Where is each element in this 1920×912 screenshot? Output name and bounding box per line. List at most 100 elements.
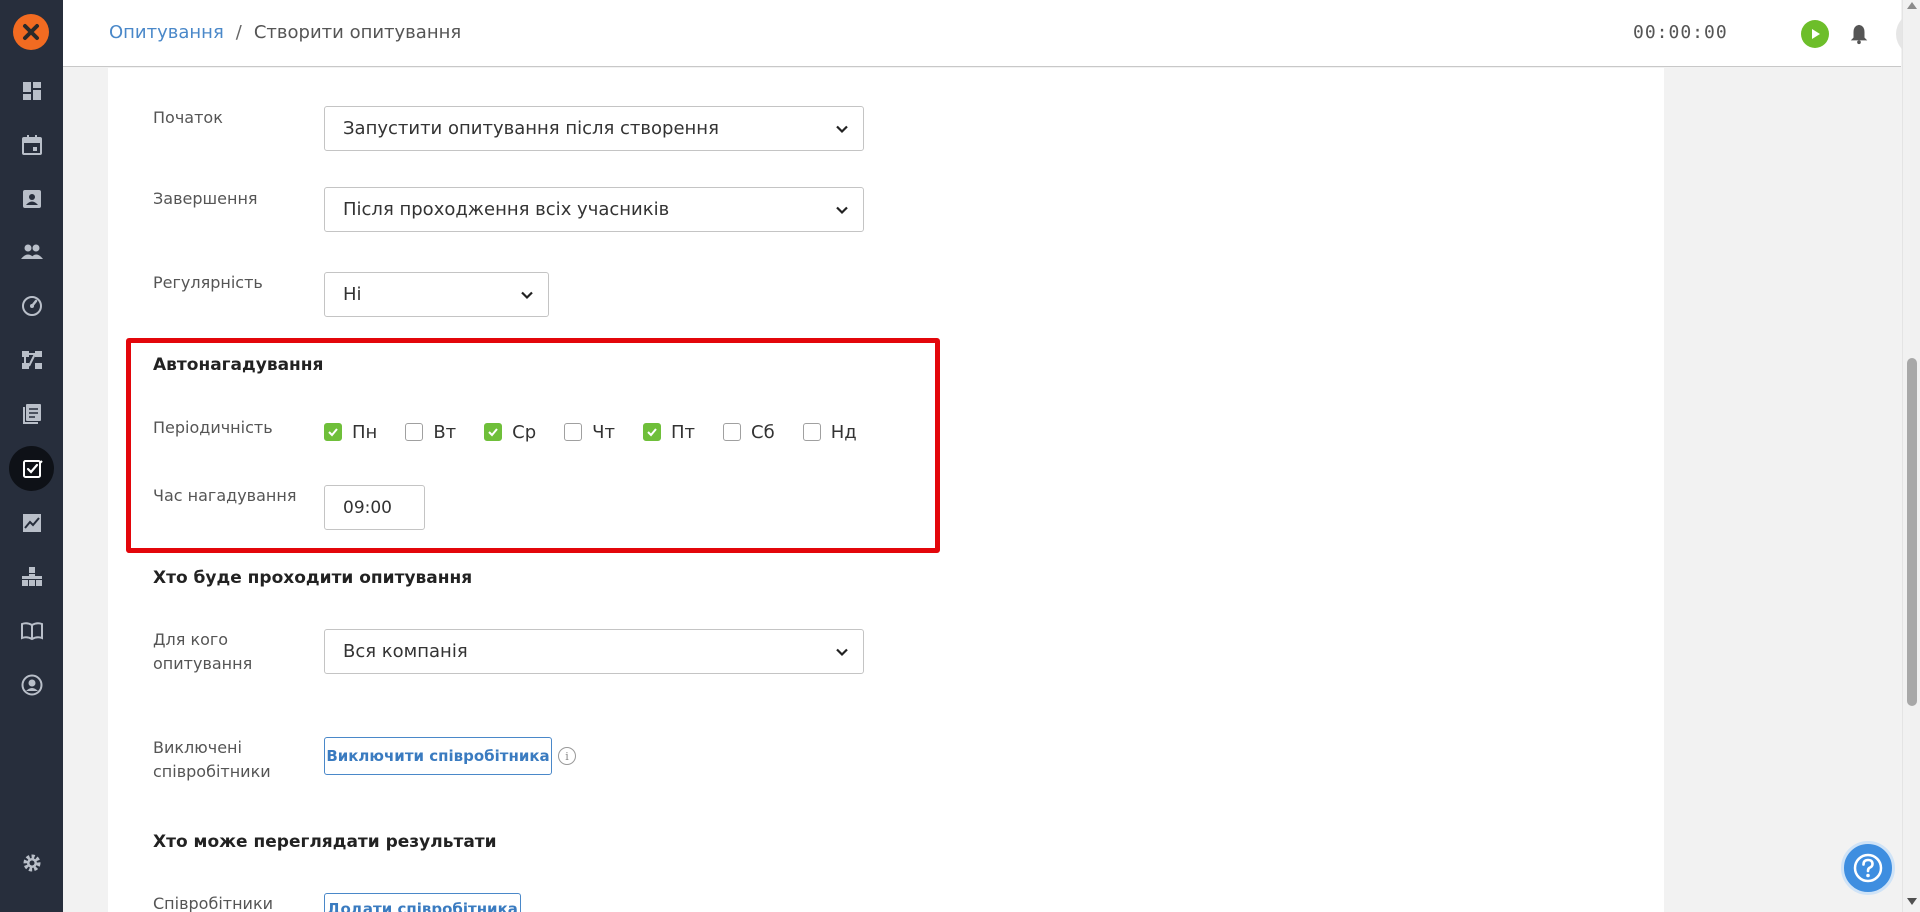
checkbox-wednesday[interactable] [484,423,503,441]
analytics-icon [22,513,41,532]
chevron-down-icon [836,206,848,215]
library-icon [22,403,41,424]
checkbox-tuesday[interactable] [405,423,424,441]
sidebar [0,0,63,912]
sidebar-item-contacts[interactable] [9,176,54,221]
day-wednesday[interactable]: Ср [484,422,536,443]
info-icon[interactable]: i [558,747,576,765]
day-saturday[interactable]: Сб [723,422,775,443]
viewers-title: Хто може переглядати результати [153,832,497,852]
profile-icon [21,674,42,695]
day-thursday[interactable]: Чт [564,422,615,443]
breadcrumb-current: Створити опитування [253,22,462,43]
timer-display: 00:00:00 [1633,22,1728,43]
chevron-down-icon [521,291,533,300]
breadcrumb-separator: / [235,22,242,43]
sidebar-item-people[interactable] [9,229,54,274]
reminder-time-input[interactable]: 09:00 [324,485,425,530]
chevron-down-icon [836,125,848,134]
settings-icon [23,854,40,871]
scroll-up-arrow[interactable] [1907,2,1917,9]
sidebar-item-library[interactable] [9,391,54,436]
sidebar-item-knowledge[interactable] [9,608,54,653]
question-icon [1853,853,1883,883]
check-icon [328,428,338,437]
org-structure-icon [21,566,42,586]
regularity-select-value: Ні [343,284,362,305]
for-whom-select[interactable]: Вся компанія [324,629,864,674]
autoreminder-title: Автонагадування [153,355,324,375]
for-whom-label: Для кого опитування [153,628,252,676]
day-monday[interactable]: Пн [324,422,377,443]
survey-icon [22,459,43,478]
regularity-label: Регулярність [153,273,263,292]
sidebar-item-analytics[interactable] [9,500,54,545]
top-header: Опитування / Створити опитування 00:00:0… [63,0,1920,67]
page-scrollbar[interactable] [1902,0,1920,912]
calendar-icon [21,134,42,155]
regularity-select[interactable]: Ні [324,272,549,317]
workflow-icon [21,350,42,369]
book-icon [20,621,43,640]
periodicity-label: Періодичність [153,418,273,437]
sidebar-item-profile[interactable] [9,662,54,707]
checkbox-friday[interactable] [642,423,661,441]
checkbox-saturday[interactable] [723,423,742,441]
sidebar-item-surveys[interactable] [9,446,54,491]
sidebar-item-workflow[interactable] [9,337,54,382]
for-whom-label-line1: Для кого [153,630,229,649]
excluded-label-line1: Виключені [153,738,242,757]
chevron-down-icon [836,648,848,657]
sidebar-item-dashboard[interactable] [9,68,54,113]
day-label: Пн [352,421,378,443]
exclude-employee-button[interactable]: Виключити співробітника [324,737,552,775]
help-button[interactable] [1841,841,1895,895]
sidebar-item-settings[interactable] [9,840,54,885]
breadcrumb-surveys-link[interactable]: Опитування [109,22,224,43]
day-sunday[interactable]: Нд [802,421,857,443]
sidebar-item-calendar[interactable] [9,122,54,167]
breadcrumb: Опитування / Створити опитування [109,22,461,43]
day-friday[interactable]: Пт [642,421,696,443]
start-select-value: Запустити опитування після створення [343,118,719,139]
speedometer-icon [21,295,42,316]
checkbox-thursday[interactable] [564,423,583,441]
sidebar-item-structure[interactable] [9,554,54,599]
start-select[interactable]: Запустити опитування після створення [324,106,864,151]
for-whom-label-line2: опитування [153,654,253,673]
people-icon [20,244,43,259]
finish-select[interactable]: Після проходження всіх учасників [324,187,864,232]
weekday-checkboxes: Пн Вт Ср Чт Пт Сб Нд [324,420,885,444]
logo-x-icon [23,24,39,40]
scroll-thumb[interactable] [1907,358,1917,706]
scroll-down-arrow[interactable] [1907,898,1917,905]
sidebar-item-metrics[interactable] [9,283,54,328]
excluded-label-line2: співробітники [153,762,271,781]
checkbox-sunday[interactable] [802,423,821,441]
day-label: Нд [830,421,857,443]
day-tuesday[interactable]: Вт [405,422,456,443]
reminder-time-label: Час нагадування [153,486,297,505]
finish-label: Завершення [153,189,258,208]
start-label: Початок [153,108,223,127]
day-label: Вт [433,421,457,443]
day-label: Ср [512,421,537,443]
day-label: Чт [592,421,615,443]
excluded-label: Виключені співробітники [153,736,271,784]
timer-play-button[interactable] [1801,20,1829,48]
dashboard-icon [22,81,41,100]
check-icon [647,428,657,437]
bell-icon [1850,24,1868,45]
day-label: Сб [751,421,775,443]
employees-label: Співробітники [153,894,274,912]
play-icon [1812,29,1820,39]
notifications-button[interactable] [1845,20,1873,48]
contacts-icon [22,189,41,208]
finish-select-value: Після проходження всіх учасників [343,199,670,220]
day-label: Пт [670,421,696,443]
app-logo[interactable] [13,14,49,50]
add-employee-button[interactable]: Додати співробітника [324,893,521,912]
check-icon [488,428,498,437]
checkbox-monday[interactable] [324,423,342,441]
for-whom-select-value: Вся компанія [343,641,468,662]
